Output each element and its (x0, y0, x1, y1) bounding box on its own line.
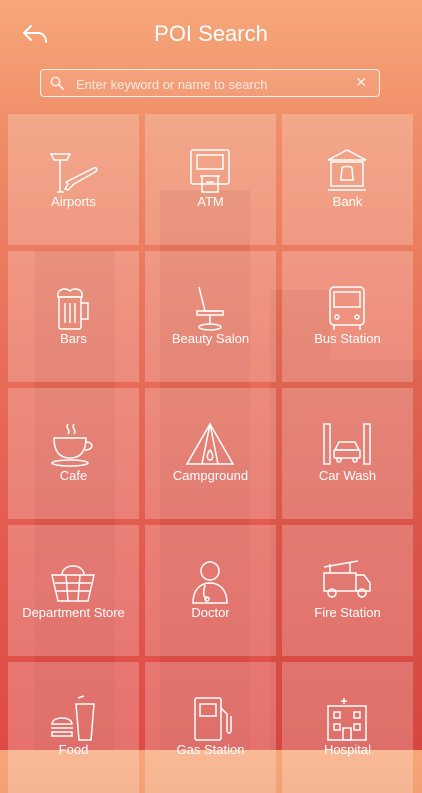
category-label: ATM (197, 194, 224, 209)
category-label: Gas Station (176, 742, 245, 757)
category-grid: Airports ATM Bank Bars Beauty Salon Bus … (8, 114, 414, 793)
doctor-icon (192, 561, 228, 604)
category-label: Bus Station (314, 331, 381, 346)
search-input[interactable] (74, 73, 348, 95)
category-tile-car-wash[interactable]: Car Wash (282, 388, 413, 519)
category-label: Department Store (22, 605, 125, 620)
car-wash-icon (323, 423, 371, 465)
category-label: Campground (172, 468, 249, 483)
category-label: Doctor (191, 605, 230, 620)
category-label: Bank (332, 194, 363, 209)
bank-icon (327, 149, 367, 191)
category-label: Food (58, 742, 89, 757)
category-label: Car Wash (318, 468, 377, 483)
category-tile-bars[interactable]: Bars (8, 251, 139, 382)
search-icon (50, 76, 64, 90)
category-tile-beauty-salon[interactable]: Beauty Salon (145, 251, 276, 382)
search-bar[interactable]: ✕ (40, 69, 380, 97)
hospital-icon (327, 698, 367, 741)
category-tile-gas-station[interactable]: Gas Station (145, 662, 276, 793)
category-tile-doctor[interactable]: Doctor (145, 525, 276, 656)
category-label: Beauty Salon (171, 331, 250, 346)
category-tile-atm[interactable]: ATM (145, 114, 276, 245)
category-tile-hospital[interactable]: Hospital (282, 662, 413, 793)
beer-icon (57, 288, 89, 330)
category-label: Bars (60, 331, 87, 346)
category-tile-bus-station[interactable]: Bus Station (282, 251, 413, 382)
category-tile-cafe[interactable]: Cafe (8, 388, 139, 519)
category-tile-airports[interactable]: Airports (8, 114, 139, 245)
category-tile-fire-station[interactable]: Fire Station (282, 525, 413, 656)
food-icon (51, 695, 95, 741)
fire-truck-icon (323, 560, 371, 598)
category-label: Cafe (59, 468, 88, 483)
tent-icon (185, 422, 235, 465)
atm-icon (190, 149, 230, 193)
clear-icon[interactable]: ✕ (355, 74, 367, 91)
salon-chair-icon (196, 286, 224, 331)
page-title: POI Search (154, 21, 268, 46)
gas-pump-icon (194, 697, 232, 741)
category-label: Hospital (324, 742, 371, 757)
category-label: Fire Station (314, 605, 381, 620)
category-label: Airports (51, 194, 96, 209)
category-tile-food[interactable]: Food (8, 662, 139, 793)
category-tile-campground[interactable]: Campground (145, 388, 276, 519)
category-tile-bank[interactable]: Bank (282, 114, 413, 245)
basket-icon (51, 565, 95, 602)
category-tile-department-store[interactable]: Department Store (8, 525, 139, 656)
airport-icon (49, 153, 98, 193)
bus-icon (329, 286, 365, 330)
header-bar: POI Search (0, 0, 422, 66)
coffee-cup-icon (51, 423, 93, 467)
